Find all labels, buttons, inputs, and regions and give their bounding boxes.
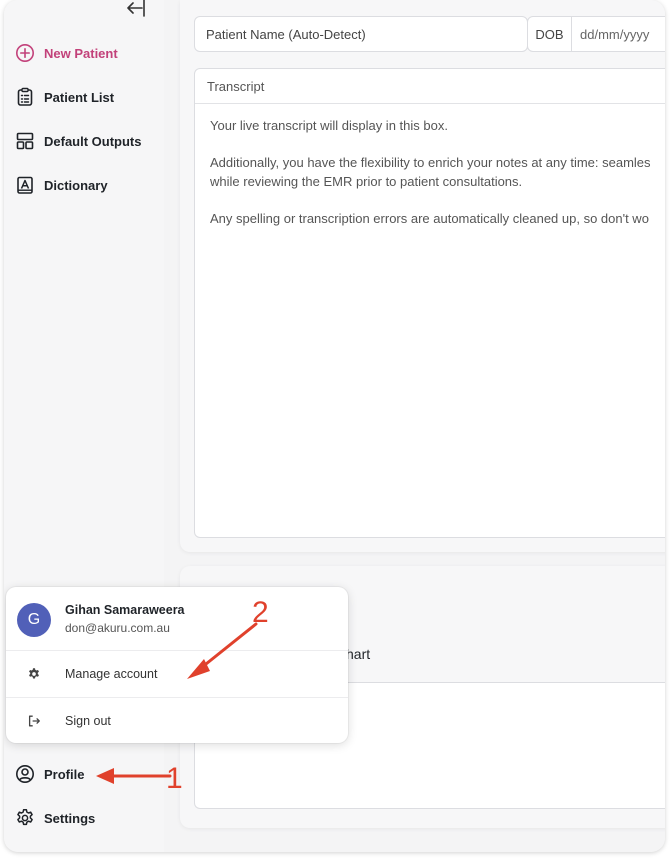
annotation-step-1: 1 [166,762,183,795]
app-window: New Patient Patient List Default Outputs… [4,0,665,852]
annotation-arrow-1 [96,768,172,784]
annotation-step-2: 2 [252,596,269,629]
